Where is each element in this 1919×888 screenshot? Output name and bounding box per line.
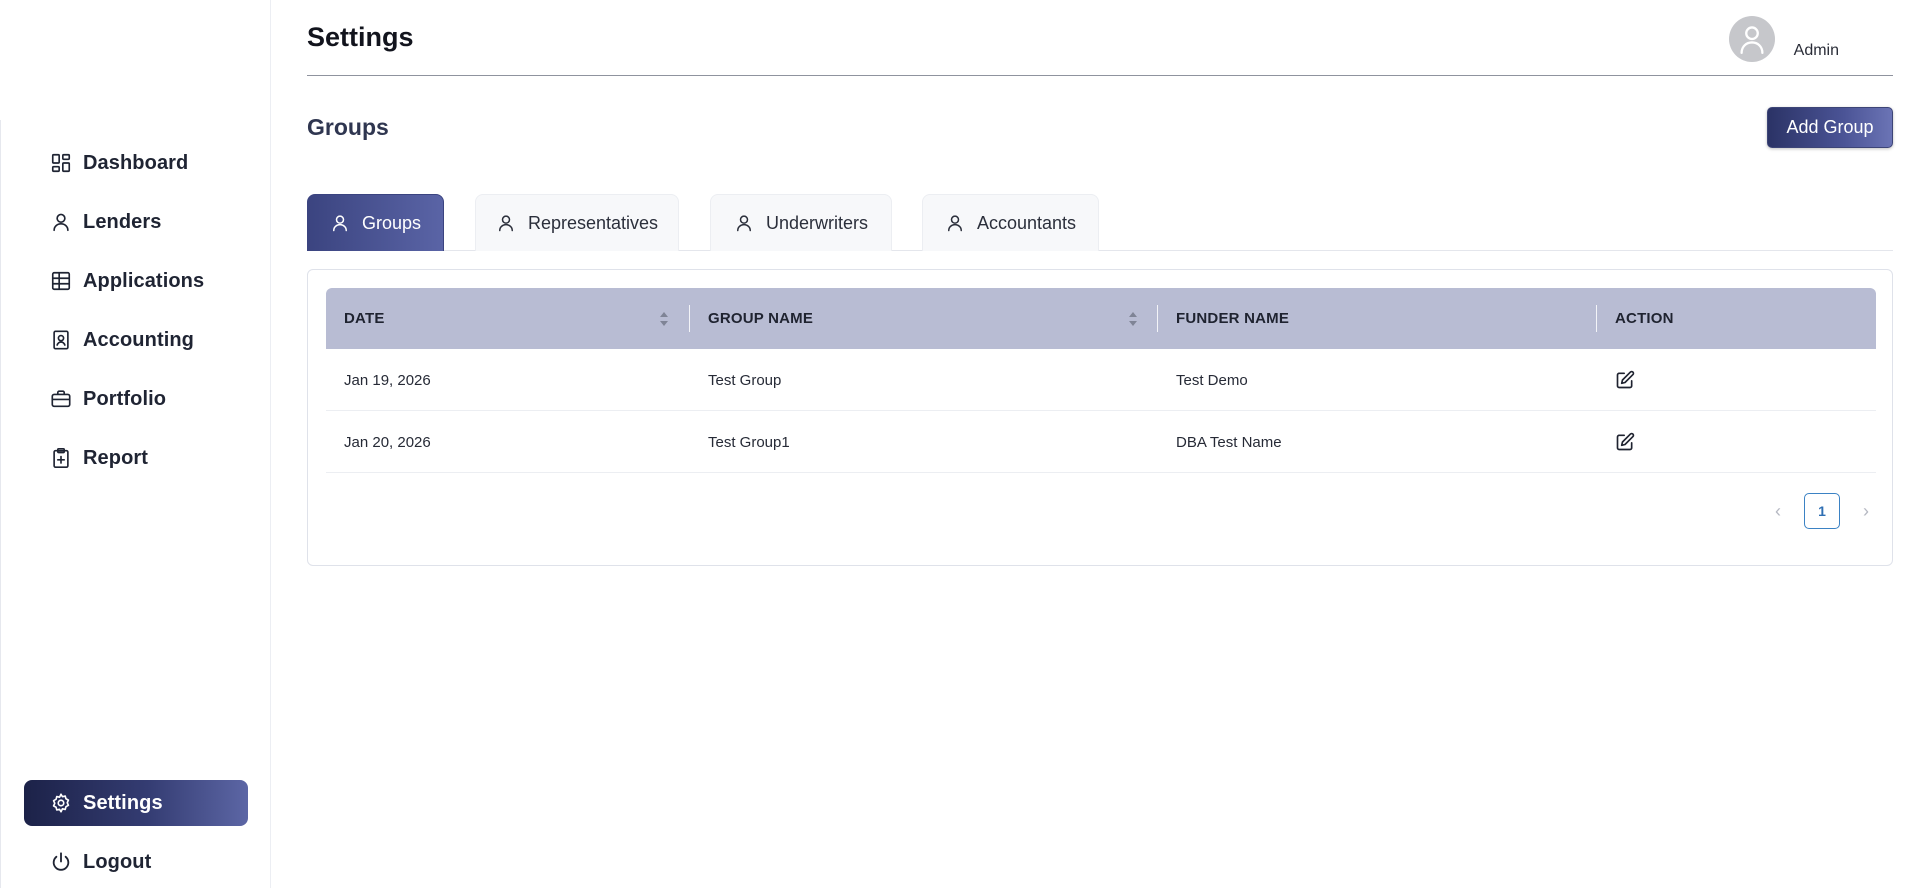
sidebar-edge [0, 120, 1, 888]
column-divider [1596, 305, 1597, 332]
sidebar-item-label: Accounting [83, 328, 194, 351]
sidebar-item-label: Settings [83, 791, 163, 814]
sidebar-item-label: Report [83, 446, 149, 469]
column-header-action: ACTION [1615, 310, 1674, 327]
sidebar-item-label: Lenders [83, 210, 162, 233]
tab-groups[interactable]: Groups [307, 194, 444, 251]
gear-icon [50, 792, 72, 814]
tab-representatives[interactable]: Representatives [475, 194, 679, 251]
column-header-funder-name: FUNDER NAME [1176, 310, 1290, 327]
user-icon [945, 213, 965, 233]
add-group-button[interactable]: Add Group [1767, 107, 1893, 148]
sidebar-item-label: Dashboard [83, 151, 189, 174]
avatar[interactable] [1728, 16, 1775, 62]
column-header-group-name[interactable]: GROUP NAME [708, 288, 813, 349]
sidebar-item-report[interactable]: Report [24, 435, 248, 481]
sort-icon[interactable] [659, 310, 669, 328]
edit-icon[interactable] [1615, 370, 1635, 390]
page-title: Settings [307, 22, 414, 52]
prev-page-chevron-left-icon[interactable]: ‹ [1766, 499, 1790, 523]
user-avatar-icon [1740, 26, 1764, 54]
cell-action [1615, 349, 1635, 411]
sidebar-nav: Dashboard Lenders Applications Accountin… [24, 140, 248, 494]
groups-table-card: DATE GROUP NAME FUNDER NAME ACTION Jan 1… [307, 269, 1893, 566]
tab-label: Underwriters [765, 212, 869, 233]
cell-funder-name: DBA Test Name [1176, 433, 1282, 451]
edit-icon[interactable] [1615, 432, 1635, 452]
column-divider [689, 305, 690, 332]
sidebar-item-label: Portfolio [83, 387, 167, 410]
power-icon [50, 851, 72, 873]
section-title: Groups [307, 114, 389, 140]
main-content: Settings Admin Groups Add Group Groups R… [307, 0, 1893, 888]
sidebar-item-accounting[interactable]: Accounting [24, 317, 248, 363]
table-header: DATE GROUP NAME FUNDER NAME ACTION [326, 288, 1876, 349]
sidebar-item-dashboard[interactable]: Dashboard [24, 140, 248, 186]
tab-accountants[interactable]: Accountants [922, 194, 1099, 251]
tab-underwriters[interactable]: Underwriters [710, 194, 892, 251]
cell-group-name: Test Group [708, 371, 782, 389]
contact-book-icon [50, 329, 72, 351]
pagination: ‹ 1 › [1766, 493, 1878, 529]
sidebar: Dashboard Lenders Applications Accountin… [0, 0, 271, 888]
dashboard-icon [50, 152, 72, 174]
page-number-button[interactable]: 1 [1804, 493, 1840, 529]
cell-date: Jan 20, 2026 [344, 433, 431, 451]
cell-action [1615, 411, 1635, 473]
user-icon [330, 213, 350, 233]
tab-label: Groups [361, 212, 422, 233]
user-menu[interactable]: Admin [1728, 16, 1839, 62]
briefcase-icon [50, 388, 72, 410]
page-header: Settings Admin [307, 0, 1893, 76]
sidebar-item-logout[interactable]: Logout [24, 839, 248, 885]
sidebar-item-portfolio[interactable]: Portfolio [24, 376, 248, 422]
sidebar-item-settings[interactable]: Settings [24, 780, 248, 826]
grid-icon [50, 270, 72, 292]
table-row: Jan 20, 2026 Test Group1 DBA Test Name [326, 411, 1876, 473]
sidebar-item-label: Applications [83, 269, 205, 292]
user-name: Admin [1793, 42, 1839, 59]
user-icon [734, 213, 754, 233]
sidebar-item-applications[interactable]: Applications [24, 258, 248, 304]
tab-label: Representatives [527, 212, 659, 233]
column-divider [1157, 305, 1158, 332]
sidebar-bottom: Settings Logout [24, 780, 248, 888]
next-page-chevron-right-icon[interactable]: › [1854, 499, 1878, 523]
cell-group-name: Test Group1 [708, 433, 790, 451]
user-icon [50, 211, 72, 233]
column-header-date[interactable]: DATE [344, 288, 385, 349]
tab-bar: Groups Representatives Underwriters Acco… [307, 194, 1893, 251]
sidebar-item-label: Logout [83, 850, 152, 873]
user-icon [496, 213, 516, 233]
cell-funder-name: Test Demo [1176, 371, 1248, 389]
table-row: Jan 19, 2026 Test Group Test Demo [326, 349, 1876, 411]
groups-table: DATE GROUP NAME FUNDER NAME ACTION Jan 1… [326, 288, 1876, 473]
cell-date: Jan 19, 2026 [344, 371, 431, 389]
clipboard-plus-icon [50, 447, 72, 469]
sort-icon[interactable] [1128, 310, 1138, 328]
tab-label: Accountants [976, 212, 1077, 233]
sidebar-item-lenders[interactable]: Lenders [24, 199, 248, 245]
